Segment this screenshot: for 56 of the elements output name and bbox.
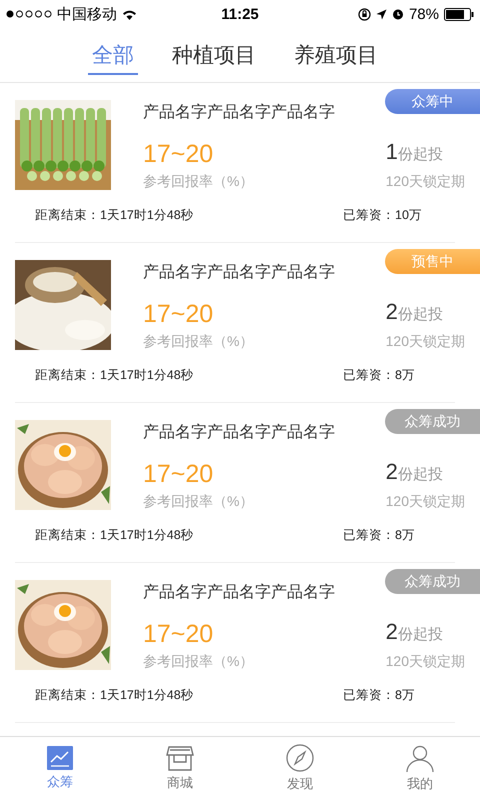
location-arrow-icon	[376, 8, 387, 20]
category-tab[interactable]: 种植项目	[168, 35, 260, 75]
return-rate-label: 参考回报率（%）	[143, 653, 254, 671]
signal-icon	[6, 10, 52, 18]
nav-tab[interactable]: 我的	[360, 737, 480, 800]
minimum-shares: 1	[386, 139, 398, 165]
status-badge: 众筹成功	[385, 569, 480, 594]
shares-unit: 份起投	[398, 625, 443, 644]
return-rate: 17~20	[143, 139, 214, 169]
compass-icon	[286, 744, 314, 772]
clock-time: 11:25	[221, 6, 259, 22]
battery-icon	[444, 8, 474, 20]
raised-amount: 已筹资：8万	[343, 367, 416, 384]
raised-amount: 已筹资：8万	[343, 527, 416, 544]
status-badge: 众筹中	[385, 89, 480, 114]
person-icon	[406, 744, 434, 772]
countdown-text: 距离结束：1天17时1分48秒	[35, 527, 194, 544]
countdown-text: 距离结束：1天17时1分48秒	[35, 367, 194, 384]
carrier-name: 中国移动	[57, 4, 117, 24]
lock-period: 120天锁定期	[386, 493, 465, 511]
countdown-text: 距离结束：1天17时1分48秒	[35, 687, 194, 704]
lock-period: 120天锁定期	[386, 333, 465, 351]
store-icon	[166, 745, 194, 771]
product-name: 产品名字产品名字产品名字	[143, 262, 336, 283]
return-rate: 17~20	[143, 459, 214, 489]
shares-unit: 份起投	[398, 145, 443, 164]
wifi-icon	[122, 8, 137, 20]
product-name: 产品名字产品名字产品名字	[143, 582, 336, 603]
raised-amount: 已筹资：8万	[343, 687, 416, 704]
nav-tab[interactable]: 发现	[240, 737, 360, 800]
shares-unit: 份起投	[398, 465, 443, 484]
rotation-lock-icon	[358, 8, 371, 20]
minimum-shares: 2	[386, 619, 398, 645]
return-rate-label: 参考回报率（%）	[143, 173, 254, 191]
nav-tab[interactable]: 众筹	[0, 737, 120, 800]
shares-unit: 份起投	[398, 305, 443, 324]
product-name: 产品名字产品名字产品名字	[143, 422, 336, 443]
lock-period: 120天锁定期	[386, 653, 465, 671]
nav-tab[interactable]: 商城	[120, 737, 240, 800]
status-badge: 预售中	[385, 249, 480, 274]
product-name: 产品名字产品名字产品名字	[143, 102, 336, 123]
return-rate: 17~20	[143, 619, 214, 649]
raised-amount: 已筹资：10万	[343, 207, 423, 224]
return-rate-label: 参考回报率（%）	[143, 493, 254, 511]
lock-period: 120天锁定期	[386, 173, 465, 191]
minimum-shares: 2	[386, 459, 398, 485]
chart-icon	[47, 746, 73, 770]
countdown-text: 距离结束：1天17时1分48秒	[35, 207, 194, 224]
category-tab[interactable]: 养殖项目	[290, 35, 382, 75]
minimum-shares: 2	[386, 299, 398, 325]
alarm-icon	[392, 8, 404, 20]
status-badge: 众筹成功	[385, 409, 480, 434]
return-rate-label: 参考回报率（%）	[143, 333, 254, 351]
return-rate: 17~20	[143, 299, 214, 329]
battery-percent: 78%	[408, 6, 439, 22]
category-tab[interactable]: 全部	[88, 35, 138, 75]
